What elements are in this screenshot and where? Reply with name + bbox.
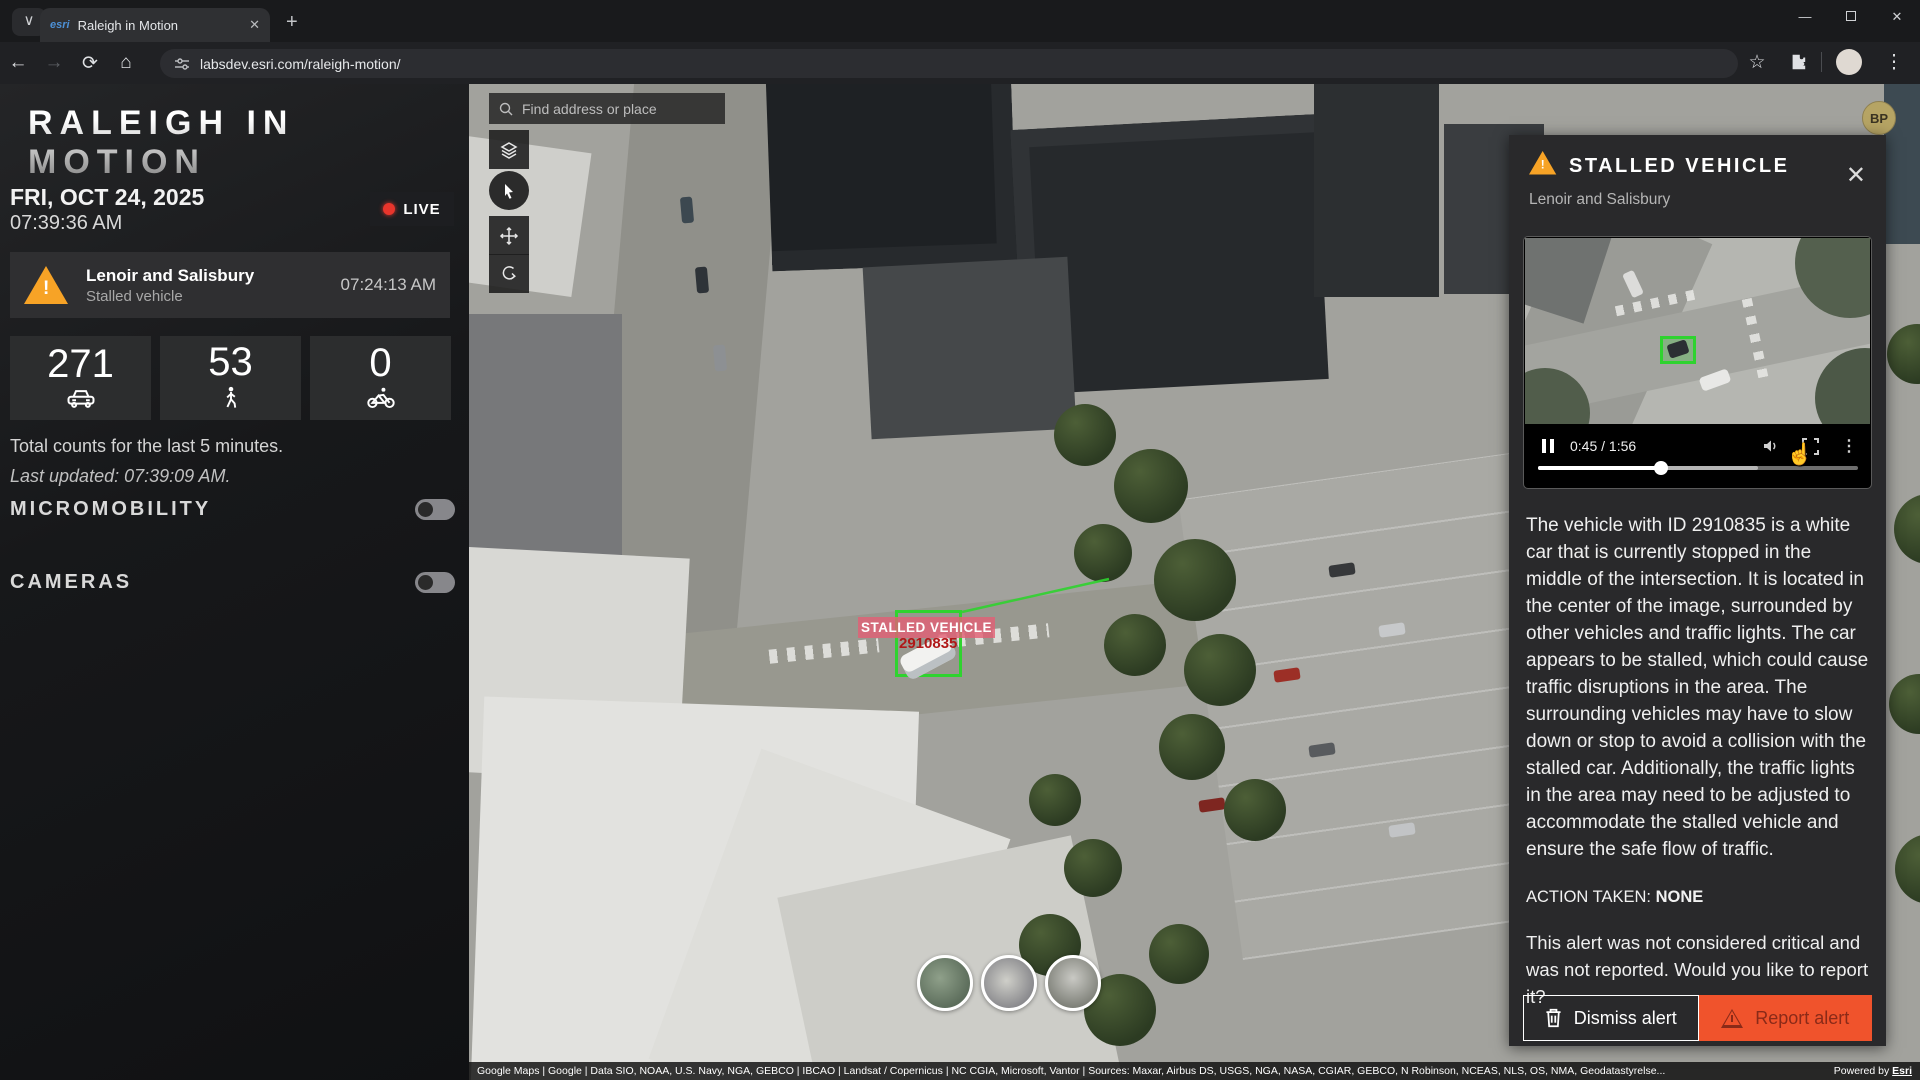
panel-subtitle: Lenoir and Salisbury xyxy=(1529,191,1670,209)
current-time: 07:39:36 AM xyxy=(10,212,122,235)
action-taken: ACTION TAKEN: NONE xyxy=(1526,888,1703,907)
alert-video-player[interactable]: 0:45 / 1:56 ⋮ xyxy=(1523,236,1872,489)
stat-card-vehicles: 271 xyxy=(10,336,151,420)
action-taken-value: NONE xyxy=(1656,888,1704,906)
dismiss-alert-button[interactable]: Dismiss alert xyxy=(1523,995,1699,1041)
panel-title: STALLED VEHICLE xyxy=(1569,155,1789,178)
live-dot-icon xyxy=(383,203,395,215)
pause-button[interactable] xyxy=(1542,439,1554,453)
browser-chrome: ∨ esri Raleigh in Motion ✕ + — ✕ ← → ⟳ ⌂… xyxy=(0,0,1920,84)
video-timestamp: 0:45 / 1:56 xyxy=(1570,438,1636,454)
live-label: LIVE xyxy=(403,201,440,218)
panel-buttons: Dismiss alert Report alert xyxy=(1523,995,1872,1041)
video-menu-icon[interactable]: ⋮ xyxy=(1841,436,1857,456)
browser-navbar: ← → ⟳ ⌂ labsdev.esri.com/raleigh-motion/… xyxy=(0,42,1920,84)
warning-triangle-icon: ! xyxy=(24,266,68,304)
pedestrian-count: 53 xyxy=(208,342,253,382)
close-icon[interactable]: ✕ xyxy=(1846,161,1866,190)
alert-texts: Lenoir and Salisbury Stalled vehicle xyxy=(86,266,323,305)
video-frame xyxy=(1525,238,1870,424)
new-tab-button[interactable]: + xyxy=(286,11,298,34)
stalled-vehicle-map-label[interactable]: STALLED VEHICLE xyxy=(858,617,995,638)
extensions-icon[interactable] xyxy=(1789,53,1807,71)
map-attribution-bar: Google Maps | Google | Data SIO, NOAA, U… xyxy=(469,1062,1920,1080)
current-date: FRI, OCT 24, 2025 xyxy=(10,184,204,211)
alert-detail-panel: ! STALLED VEHICLE ✕ Lenoir and Salisbury xyxy=(1509,135,1886,1046)
report-alert-button[interactable]: Report alert xyxy=(1699,995,1873,1041)
alert-time: 07:24:13 AM xyxy=(341,275,436,295)
vehicle-count: 271 xyxy=(47,344,114,384)
cameras-label: CAMERAS xyxy=(10,571,132,594)
site-settings-icon[interactable] xyxy=(174,56,190,72)
back-button[interactable]: ← xyxy=(0,52,36,74)
stats-note: Total counts for the last 5 minutes. xyxy=(10,436,283,457)
reload-button[interactable]: ⟳ xyxy=(72,52,108,75)
micromobility-section: MICROMOBILITY xyxy=(10,498,455,521)
action-taken-label: ACTION TAKEN: xyxy=(1526,888,1656,906)
warning-triangle-icon: ! xyxy=(1529,151,1556,175)
minimize-button[interactable]: — xyxy=(1782,0,1828,36)
pedestrian-icon xyxy=(220,386,242,415)
browser-tab[interactable]: esri Raleigh in Motion ✕ xyxy=(40,8,270,42)
report-warning-icon xyxy=(1721,1009,1743,1028)
stat-card-cyclists: 0 xyxy=(310,336,451,420)
cyclist-count: 0 xyxy=(369,343,391,383)
live-indicator: LIVE xyxy=(370,192,454,226)
trash-icon xyxy=(1545,1008,1562,1028)
url-bar[interactable]: labsdev.esri.com/raleigh-motion/ xyxy=(160,49,1738,78)
esri-favicon: esri xyxy=(50,19,70,31)
cameras-section: CAMERAS xyxy=(10,571,455,594)
bookmark-icon[interactable]: ☆ xyxy=(1739,51,1775,74)
attribution-text: Google Maps | Google | Data SIO, NOAA, U… xyxy=(477,1065,1665,1077)
alert-type: Stalled vehicle xyxy=(86,288,323,305)
app-title: RALEIGH IN MOTION xyxy=(28,104,469,182)
volume-icon[interactable] xyxy=(1762,438,1780,454)
micromobility-label: MICROMOBILITY xyxy=(10,498,211,521)
alert-location: Lenoir and Salisbury xyxy=(86,266,323,286)
car-icon xyxy=(65,388,97,413)
tab-title: Raleigh in Motion xyxy=(78,18,242,33)
powered-by-esri[interactable]: Powered by Esri xyxy=(1834,1065,1912,1077)
sidebar: RALEIGH IN MOTION FRI, OCT 24, 2025 07:3… xyxy=(0,84,469,1080)
last-updated: Last updated: 07:39:09 AM. xyxy=(10,466,231,487)
alert-list-item[interactable]: ! Lenoir and Salisbury Stalled vehicle 0… xyxy=(10,252,450,318)
tab-strip: ∨ esri Raleigh in Motion ✕ + — ✕ xyxy=(0,0,1920,42)
cameras-toggle[interactable] xyxy=(415,572,455,593)
stat-card-pedestrians: 53 xyxy=(160,336,301,420)
maximize-button[interactable] xyxy=(1828,0,1874,36)
traffic-stats: 271 53 xyxy=(10,336,451,420)
browser-menu-icon[interactable]: ⋮ xyxy=(1876,51,1912,74)
played-track xyxy=(1538,466,1661,470)
url-text: labsdev.esri.com/raleigh-motion/ xyxy=(200,56,401,72)
video-controls: 0:45 / 1:56 ⋮ xyxy=(1524,433,1871,459)
alert-description: The vehicle with ID 2910835 is a white c… xyxy=(1526,512,1871,863)
user-avatar[interactable]: BP xyxy=(1862,101,1896,135)
cyclist-icon xyxy=(366,387,396,414)
window-controls: — ✕ xyxy=(1782,0,1920,36)
browser-profile-avatar[interactable] xyxy=(1836,49,1862,75)
tab-close-icon[interactable]: ✕ xyxy=(249,17,260,33)
close-window-button[interactable]: ✕ xyxy=(1874,0,1920,36)
micromobility-toggle[interactable] xyxy=(415,499,455,520)
navbar-divider xyxy=(1821,52,1822,72)
forward-button[interactable]: → xyxy=(36,52,72,74)
navbar-right: ☆ ⋮ xyxy=(1739,49,1912,75)
app-viewport: STALLED VEHICLE 2910835 Find address or … xyxy=(0,84,1920,1080)
home-button[interactable]: ⌂ xyxy=(108,52,144,74)
mouse-cursor: ☝ xyxy=(1787,443,1813,467)
progress-thumb[interactable] xyxy=(1654,461,1668,475)
